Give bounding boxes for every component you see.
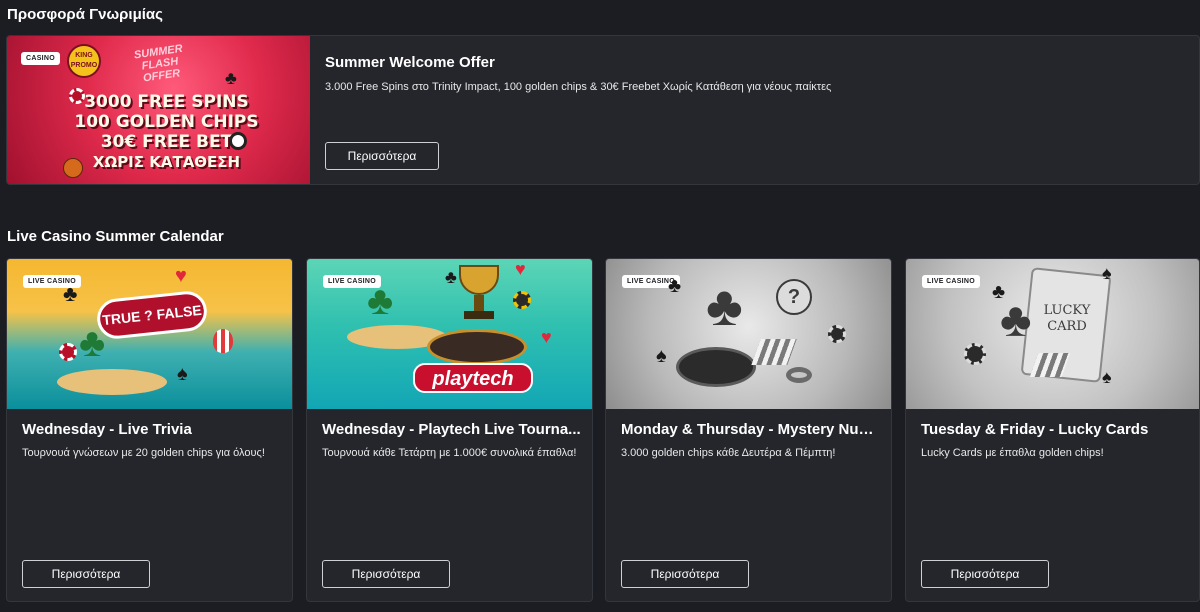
playtech-tournament-title: Wednesday - Playtech Live Tourna... (322, 421, 581, 438)
calendar-card-live-trivia[interactable]: LIVE CASINO ♣ TRUE ? FALSE ♣ ♥ ♠ Wednesd… (6, 258, 293, 602)
live-casino-badge: LIVE CASINO (922, 275, 981, 288)
playtech-tournament-more-button[interactable]: Περισσότερα (322, 560, 450, 588)
spade-suit-icon: ♠ (177, 363, 188, 385)
palm-tree-icon: ♣ (706, 274, 743, 337)
heart-suit-icon: ♥ (541, 327, 552, 347)
basketball-icon (63, 158, 83, 178)
question-bubble-icon: ? (776, 279, 812, 315)
roulette-wheel-icon (427, 329, 527, 365)
welcome-offer-banner-image[interactable]: CASINO KING PROMO SUMMER FLASH OFFER 300… (7, 36, 310, 184)
club-suit-icon: ♣ (225, 68, 237, 88)
heart-suit-icon: ♥ (515, 259, 526, 279)
roulette-wheel-icon (676, 347, 756, 387)
casino-chip-icon (828, 325, 846, 343)
lucky-cards-description: Lucky Cards με έπαθλα golden chips! (921, 447, 1104, 459)
calendar-card-playtech-tournament[interactable]: LIVE CASINO ♣ playtech ♥ ♥ ♣ Wednesday -… (306, 258, 593, 602)
casino-chip-icon (69, 88, 85, 104)
casino-chip-icon (964, 343, 986, 365)
mystery-number-title: Monday & Thursday - Mystery Num... (621, 421, 881, 438)
welcome-offer-card[interactable]: CASINO KING PROMO SUMMER FLASH OFFER 300… (6, 35, 1200, 185)
welcome-section-title: Προσφορά Γνωριμίας (7, 6, 163, 23)
summer-flash-offer-tag: SUMMER FLASH OFFER (133, 42, 184, 85)
club-suit-icon: ♣ (63, 281, 78, 306)
mystery-number-more-button[interactable]: Περισσότερα (621, 560, 749, 588)
live-trivia-image[interactable]: LIVE CASINO ♣ TRUE ? FALSE ♣ ♥ ♠ (7, 259, 292, 409)
beach-chair-icon (751, 339, 797, 365)
calendar-section-title: Live Casino Summer Calendar (7, 228, 224, 245)
mystery-number-description: 3.000 golden chips κάθε Δευτέρα & Πέμπτη… (621, 447, 836, 459)
spade-suit-icon: ♠ (1102, 367, 1112, 387)
heart-suit-icon: ♥ (175, 265, 187, 287)
trophy-icon (459, 265, 499, 325)
lucky-cards-title: Tuesday & Friday - Lucky Cards (921, 421, 1149, 438)
island-shape (57, 369, 167, 395)
promo-line-golden-chips: 100 GOLDEN CHIPS (74, 112, 259, 132)
live-trivia-more-button[interactable]: Περισσότερα (22, 560, 150, 588)
casino-chip-icon (59, 343, 77, 361)
spade-suit-icon: ♠ (1102, 263, 1112, 283)
lucky-cards-more-button[interactable]: Περισσότερα (921, 560, 1049, 588)
live-trivia-title: Wednesday - Live Trivia (22, 421, 192, 438)
promo-line-no-deposit: ΧΩΡΙΣ ΚΑΤΑΘΕΣΗ (92, 153, 241, 171)
club-suit-icon: ♣ (445, 267, 457, 287)
welcome-offer-description: 3.000 Free Spins στο Trinity Impact, 100… (325, 81, 832, 93)
mystery-number-image[interactable]: LIVE CASINO ♣ ? ♣ ♠ (606, 259, 891, 409)
lucky-card-logo: LUCKY CARD (1043, 303, 1091, 334)
playtech-tournament-image[interactable]: LIVE CASINO ♣ playtech ♥ ♥ ♣ (307, 259, 592, 409)
club-suit-icon: ♣ (992, 281, 1006, 303)
promo-line-free-bet: 30€ FREE BET (100, 132, 233, 152)
soccer-ball-icon (229, 132, 247, 150)
swim-ring-icon (786, 367, 812, 383)
live-trivia-description: Τουρνουά γνώσεων με 20 golden chips για … (22, 447, 265, 459)
calendar-card-mystery-number[interactable]: LIVE CASINO ♣ ? ♣ ♠ Monday & Thursday - … (605, 258, 892, 602)
palm-tree-icon: ♣ (367, 279, 394, 323)
calendar-card-lucky-cards[interactable]: LIVE CASINO LUCKY CARD ♣ ♣ ♠ ♠ Tuesday &… (905, 258, 1200, 602)
hot-air-balloon-icon (213, 329, 233, 353)
playtech-tournament-description: Τουρνουά κάθε Τετάρτη με 1.000€ συνολικά… (322, 447, 577, 459)
casino-chip-icon (513, 291, 531, 309)
king-promo-logo: KING PROMO (67, 44, 101, 78)
welcome-offer-title: Summer Welcome Offer (325, 54, 495, 71)
casino-badge: CASINO (21, 52, 61, 65)
welcome-offer-body: Summer Welcome Offer 3.000 Free Spins στ… (325, 36, 1185, 184)
playtech-logo: playtech (413, 363, 533, 393)
promo-line-free-spins: 3000 FREE SPINS (84, 92, 249, 112)
lucky-cards-image[interactable]: LIVE CASINO LUCKY CARD ♣ ♣ ♠ ♠ (906, 259, 1199, 409)
spade-suit-icon: ♠ (656, 345, 667, 367)
true-false-logo: TRUE ? FALSE (95, 289, 209, 341)
welcome-offer-more-button[interactable]: Περισσότερα (325, 142, 439, 170)
club-suit-icon: ♣ (668, 275, 682, 297)
